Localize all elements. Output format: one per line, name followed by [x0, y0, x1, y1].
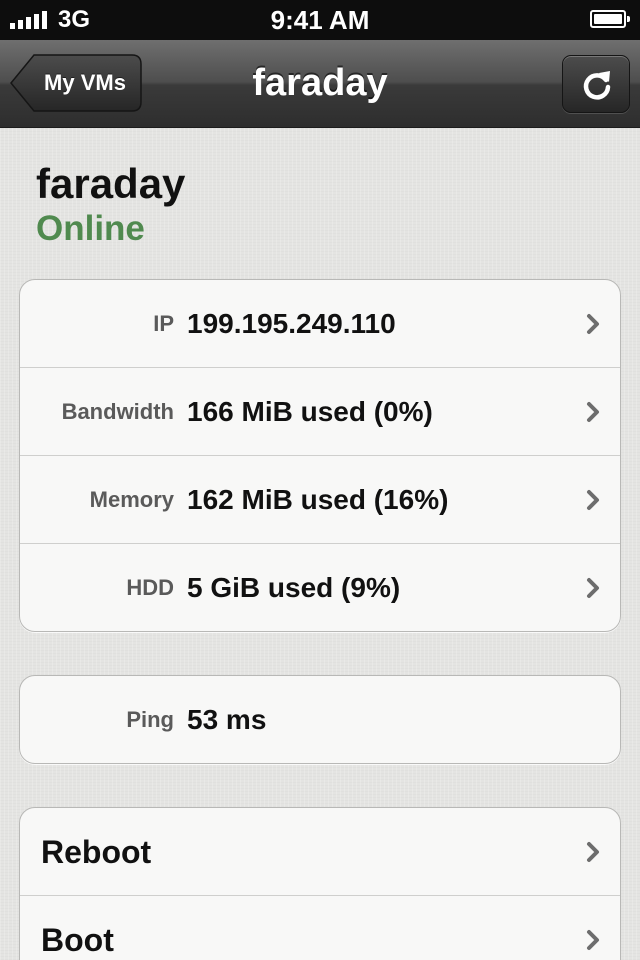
detail-row-hdd[interactable]: HDD 5 GiB used (9%) [20, 544, 620, 631]
back-button[interactable]: My VMs [10, 54, 142, 112]
status-bar: 3G 9:41 AM [0, 0, 640, 40]
navigation-bar: My VMs faraday [0, 40, 640, 128]
vm-status: Online [36, 209, 145, 248]
detail-value: 166 MiB used (0%) [187, 396, 433, 427]
detail-row-memory[interactable]: Memory 162 MiB used (16%) [20, 456, 620, 544]
actions-group: Reboot Boot [19, 807, 621, 960]
boot-action[interactable]: Boot [20, 896, 620, 960]
chevron-right-icon [587, 930, 599, 950]
chevron-right-icon [587, 314, 599, 334]
detail-value: 162 MiB used (16%) [187, 484, 449, 515]
reboot-action[interactable]: Reboot [20, 808, 620, 896]
ping-row: Ping 53 ms [20, 676, 620, 763]
chevron-right-icon [587, 842, 599, 862]
detail-value: 5 GiB used (9%) [187, 572, 401, 603]
ping-label: Ping [126, 707, 174, 732]
nav-title: faraday [252, 62, 388, 104]
chevron-right-icon [587, 490, 599, 510]
chevron-right-icon [587, 402, 599, 422]
battery-icon [590, 10, 630, 28]
detail-label: IP [153, 311, 174, 336]
vm-name-heading: faraday [36, 160, 186, 207]
detail-value: 199.195.249.110 [187, 308, 396, 339]
ping-group: Ping 53 ms [19, 675, 621, 764]
chevron-right-icon [587, 578, 599, 598]
back-button-label: My VMs [44, 70, 126, 95]
detail-row-ip[interactable]: IP 199.195.249.110 [20, 280, 620, 368]
ping-value: 53 ms [187, 704, 267, 735]
battery-level [594, 14, 622, 24]
reboot-label: Reboot [41, 834, 152, 870]
detail-label: Bandwidth [61, 399, 174, 424]
detail-row-bandwidth[interactable]: Bandwidth 166 MiB used (0%) [20, 368, 620, 456]
refresh-button[interactable] [562, 55, 630, 113]
detail-label: Memory [89, 487, 174, 512]
boot-label: Boot [41, 922, 114, 958]
status-time: 9:41 AM [270, 5, 370, 35]
refresh-icon [583, 71, 611, 100]
detail-label: HDD [126, 575, 174, 600]
vm-details-group: IP 199.195.249.110 Bandwidth 166 MiB use… [19, 279, 621, 632]
